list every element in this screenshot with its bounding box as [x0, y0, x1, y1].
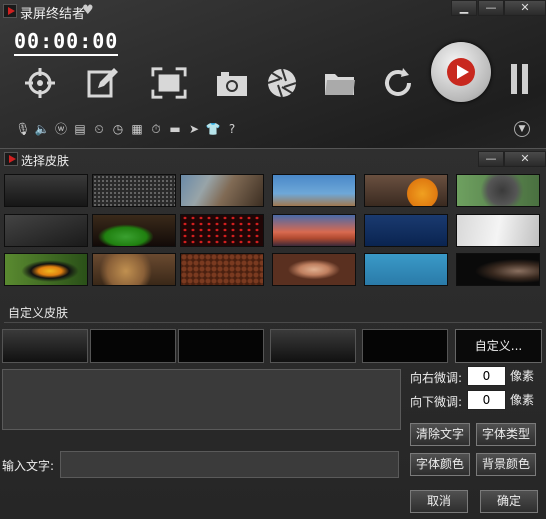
- minimize-button[interactable]: ▁: [451, 0, 477, 16]
- custom-skin-slot-2[interactable]: [90, 329, 176, 363]
- skin-tile-coffee[interactable]: [180, 253, 264, 286]
- right-adjust-label: 向右微调:: [410, 371, 463, 385]
- unit-label-right: 像素: [510, 369, 535, 383]
- text-input[interactable]: [60, 451, 399, 478]
- skin-window-title: 选择皮肤: [21, 154, 70, 168]
- app-window: 录屏终结者 ♥ ▁ — ✕ 00:00:00 🎙 🔈 ⓦ ▤ ⏲ ◷ ▦ ⏱ ▬…: [0, 0, 546, 519]
- timer-icon[interactable]: ⏲: [90, 120, 108, 138]
- film-icon[interactable]: ▤: [71, 120, 89, 138]
- play-icon: [457, 65, 469, 79]
- app-logo-icon: [3, 4, 17, 18]
- right-adjust-input[interactable]: 0: [467, 366, 506, 386]
- stopwatch-icon[interactable]: ⏱: [147, 120, 165, 138]
- timer-display: 00:00:00: [14, 29, 119, 56]
- cursor-icon[interactable]: ➤: [185, 120, 203, 138]
- keyboard-icon[interactable]: ▬: [166, 120, 184, 138]
- ok-button[interactable]: 确定: [480, 490, 538, 513]
- crosshair-icon[interactable]: [22, 65, 58, 101]
- titlebar: 录屏终结者 ♥ ▁ — ✕: [0, 0, 546, 24]
- skin-window: 选择皮肤 — ✕ 自定义皮肤 自定义... 向右微调: 0 像素 向下微调: 0…: [0, 148, 546, 519]
- input-text-label: 输入文字:: [2, 459, 55, 473]
- app-title: 录屏终结者: [20, 7, 86, 22]
- skin-titlebar: 选择皮肤 — ✕: [0, 149, 546, 169]
- down-adjust-label: 向下微调:: [410, 395, 463, 409]
- help-icon[interactable]: ?: [223, 120, 241, 138]
- skin-tile-rock[interactable]: [272, 214, 356, 247]
- maximize-button[interactable]: —: [478, 0, 504, 16]
- chevron-down-icon[interactable]: ▼: [514, 121, 530, 137]
- folder-icon[interactable]: [322, 65, 358, 101]
- shirt-icon[interactable]: 👕: [204, 120, 222, 138]
- skin-tile-dog[interactable]: [456, 174, 540, 207]
- skin-tile-tent[interactable]: [92, 214, 176, 247]
- divider: [4, 322, 542, 323]
- skin-tile-castle[interactable]: [180, 174, 264, 207]
- fullscreen-icon[interactable]: [151, 65, 187, 101]
- skin-logo-icon: [4, 152, 18, 166]
- clock-icon[interactable]: ◷: [109, 120, 127, 138]
- mic-mute-icon[interactable]: 🎙: [14, 120, 32, 138]
- heart-icon[interactable]: ♥: [82, 3, 94, 18]
- clapper-icon[interactable]: ▦: [128, 120, 146, 138]
- camera-icon[interactable]: [214, 65, 250, 101]
- skin-tile-red-lights[interactable]: [180, 214, 264, 247]
- bg-color-button[interactable]: 背景颜色: [476, 453, 536, 476]
- pause-button[interactable]: [511, 64, 529, 94]
- refresh-icon[interactable]: [380, 65, 416, 101]
- font-color-button[interactable]: 字体颜色: [410, 453, 470, 476]
- skin-minimize-button[interactable]: —: [478, 151, 504, 167]
- aperture-icon[interactable]: [264, 65, 300, 101]
- skin-tile-orange[interactable]: [364, 174, 448, 207]
- font-type-button[interactable]: 字体类型: [476, 423, 536, 446]
- skin-tile-blue[interactable]: [364, 214, 448, 247]
- cancel-button[interactable]: 取消: [410, 490, 468, 513]
- skin-tile-toucan[interactable]: [4, 253, 88, 286]
- skin-tile-dark-diagonal[interactable]: [4, 214, 88, 247]
- skin-tile-squirrel[interactable]: [92, 253, 176, 286]
- custom-skin-slot-3[interactable]: [178, 329, 264, 363]
- skin-close-button[interactable]: ✕: [504, 151, 546, 167]
- skin-tile-biker[interactable]: [272, 174, 356, 207]
- down-adjust-input[interactable]: 0: [467, 390, 506, 410]
- skin-tile-face[interactable]: [456, 253, 540, 286]
- options-toolbar: 🎙 🔈 ⓦ ▤ ⏲ ◷ ▦ ⏱ ▬ ➤ 👕 ?: [14, 120, 242, 138]
- custom-skin-slot-1[interactable]: [2, 329, 88, 363]
- preview-area: [2, 369, 401, 430]
- clear-text-button[interactable]: 清除文字: [410, 423, 470, 446]
- skin-tile-sky[interactable]: [364, 253, 448, 286]
- skin-tile-keyboard[interactable]: [456, 214, 540, 247]
- skin-tile-portrait[interactable]: [272, 253, 356, 286]
- skin-tile-noise[interactable]: [92, 174, 176, 207]
- wordpress-icon[interactable]: ⓦ: [52, 120, 70, 138]
- custom-skin-slot-4[interactable]: [270, 329, 356, 363]
- skin-tile-dark-gradient[interactable]: [4, 174, 88, 207]
- custom-skin-button[interactable]: 自定义...: [455, 329, 542, 363]
- edit-icon[interactable]: [84, 65, 120, 101]
- unit-label-down: 像素: [510, 393, 535, 407]
- record-button[interactable]: [431, 42, 491, 102]
- close-button[interactable]: ✕: [504, 0, 546, 16]
- custom-skin-label: 自定义皮肤: [8, 306, 69, 320]
- speaker-icon[interactable]: 🔈: [33, 120, 51, 138]
- custom-skin-slot-5[interactable]: [362, 329, 448, 363]
